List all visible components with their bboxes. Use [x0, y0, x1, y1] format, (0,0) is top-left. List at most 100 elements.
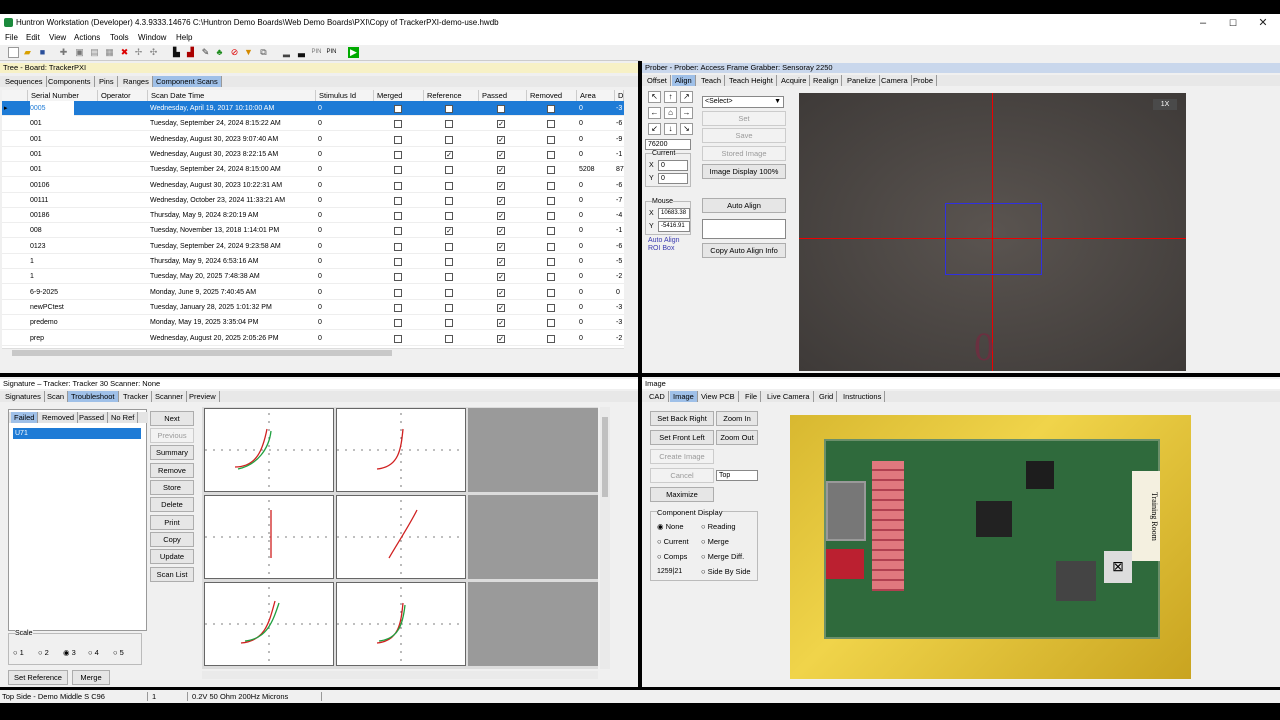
compare-icon[interactable]: ⧉ [258, 47, 269, 58]
table-row[interactable]: predemo Monday, May 19, 2025 3:35:04 PM 0 ✓… [2, 315, 624, 331]
table-row[interactable]: newPCtest Tuesday, January 28, 2025 1:01:… [2, 300, 624, 315]
signature-trace[interactable] [336, 408, 466, 492]
reference-checkbox[interactable] [445, 258, 453, 266]
display-option[interactable]: ○ Merge [701, 537, 729, 546]
removed-checkbox[interactable] [547, 196, 555, 205]
signature-trace[interactable] [204, 582, 334, 666]
remove-button[interactable]: Remove [150, 463, 194, 478]
filter-failed[interactable]: Failed [11, 412, 39, 423]
removed-checkbox[interactable] [547, 166, 555, 175]
merged-checkbox[interactable] [394, 227, 402, 236]
tab-offset[interactable]: Offset [644, 75, 671, 86]
tab-teach-height[interactable]: Teach Height [726, 75, 777, 86]
merged-checkbox[interactable] [394, 288, 402, 297]
copy-icon[interactable]: ▣ [74, 47, 85, 58]
reference-checkbox[interactable]: ✓ [445, 227, 453, 236]
maximize-button-image[interactable]: Maximize [650, 487, 714, 502]
passed-checkbox[interactable]: ✓ [497, 258, 505, 266]
tab-components[interactable]: Components [45, 76, 95, 87]
table-row[interactable]: 1 Thursday, May 9, 2024 6:53:16 AM 0 ✓ 0 -5 [2, 254, 624, 269]
merged-checkbox[interactable] [394, 242, 402, 251]
side-field[interactable]: Top [716, 470, 758, 481]
move-down-left-icon[interactable]: ↙ [648, 123, 661, 135]
tab-view-pcb[interactable]: View PCB [698, 391, 739, 402]
scrollbar-thumb[interactable] [12, 350, 392, 356]
reference-checkbox[interactable] [445, 181, 453, 190]
col-area[interactable]: Area [577, 90, 615, 101]
merged-checkbox[interactable] [394, 120, 402, 129]
pin-test-icon[interactable]: PIN [326, 47, 337, 58]
table-row[interactable]: 001 Wednesday, August 30, 2023 9:07:40 AM… [2, 132, 624, 147]
passed-checkbox[interactable]: ✓ [497, 242, 505, 251]
tab-preview[interactable]: Preview [186, 391, 220, 402]
menu-window[interactable]: Window [138, 33, 166, 42]
col-stimulus[interactable]: Stimulus Id [316, 90, 374, 101]
merged-checkbox[interactable] [394, 258, 402, 266]
copy-button[interactable]: Copy [150, 532, 194, 547]
roi-box[interactable] [945, 203, 1042, 275]
reference-checkbox[interactable] [445, 288, 453, 297]
pin-icon[interactable]: PIN [311, 47, 322, 58]
passed-checkbox[interactable]: ✓ [497, 273, 505, 282]
horizontal-scrollbar[interactable] [2, 348, 624, 357]
menu-tools[interactable]: Tools [110, 33, 129, 42]
signature-trace[interactable] [204, 495, 334, 579]
tab-file[interactable]: File [742, 391, 762, 402]
set-button[interactable]: Set [702, 111, 786, 126]
merged-checkbox[interactable] [394, 303, 402, 312]
filter-no-ref[interactable]: No Ref [108, 412, 139, 423]
tab-grid[interactable]: Grid [816, 391, 838, 402]
display-option[interactable]: ◉ None [657, 522, 684, 531]
move-down-right-icon[interactable]: ↘ [680, 123, 693, 135]
removed-checkbox[interactable] [547, 273, 555, 282]
run-icon[interactable]: ▶ [348, 47, 359, 58]
minimize-button[interactable]: – [1188, 15, 1218, 31]
filter-removed[interactable]: Removed [39, 412, 79, 423]
signature-trace[interactable] [336, 495, 466, 579]
reference-checkbox[interactable] [445, 242, 453, 251]
stop-icon[interactable]: ⊘ [229, 47, 240, 58]
menu-actions[interactable]: Actions [74, 33, 100, 42]
tab-scanner[interactable]: Scanner [152, 391, 187, 402]
tab-ranges[interactable]: Ranges [120, 76, 153, 87]
reference-checkbox[interactable] [445, 120, 453, 129]
passed-checkbox[interactable]: ✓ [497, 181, 505, 190]
scan-icon[interactable]: ▟ [185, 47, 196, 58]
probe-up-icon[interactable]: ▂ [281, 47, 292, 58]
reference-checkbox[interactable] [445, 166, 453, 175]
summary-button[interactable]: Summary [150, 445, 194, 460]
table-row[interactable]: 008 Tuesday, November 13, 2018 1:14:01 PM… [2, 223, 624, 239]
display-option[interactable]: ○ Side By Side [701, 567, 751, 576]
align-select[interactable]: <Select> ▼ [702, 96, 784, 108]
list-item[interactable]: U71 [13, 428, 141, 439]
merged-checkbox[interactable] [394, 135, 402, 144]
display-option[interactable]: ○ Merge Diff. [701, 552, 744, 561]
filter-icon[interactable]: ▼ [243, 47, 254, 58]
home-icon[interactable]: ⌂ [664, 107, 677, 119]
move-up-icon[interactable]: ↑ [664, 91, 677, 103]
vertical-scrollbar[interactable] [600, 407, 610, 669]
menu-file[interactable]: File [5, 33, 18, 42]
removed-checkbox[interactable] [547, 303, 555, 312]
tab-troubleshoot[interactable]: Troubleshoot [68, 391, 119, 402]
next-button[interactable]: Next [150, 411, 194, 426]
camera-view[interactable]: 0 1X [799, 93, 1186, 371]
tree-icon[interactable]: ♣ [214, 47, 225, 58]
image-display-button[interactable]: Image Display 100% [702, 164, 786, 179]
tab-tracker[interactable]: Tracker [120, 391, 153, 402]
passed-checkbox[interactable]: ✓ [497, 319, 505, 328]
menu-edit[interactable]: Edit [26, 33, 40, 42]
col-serial-number[interactable]: Serial Number [28, 90, 98, 101]
tab-sequences[interactable]: Sequences [2, 76, 47, 87]
col-operator[interactable]: Operator [98, 90, 148, 101]
reference-checkbox[interactable]: ✓ [445, 105, 453, 113]
paste-icon[interactable]: ▤ [89, 47, 100, 58]
reference-checkbox[interactable] [445, 135, 453, 144]
merged-checkbox[interactable] [394, 334, 402, 343]
passed-checkbox[interactable]: ✓ [497, 150, 505, 159]
tab-scan[interactable]: Scan [44, 391, 69, 402]
cancel-button[interactable]: Cancel [650, 468, 714, 483]
table-row[interactable]: 001 Wednesday, August 30, 2023 8:22:15 AM… [2, 147, 624, 162]
tab-live-camera[interactable]: Live Camera [764, 391, 814, 402]
table-row[interactable]: 001 Tuesday, September 24, 2024 8:15:00 A… [2, 162, 624, 178]
